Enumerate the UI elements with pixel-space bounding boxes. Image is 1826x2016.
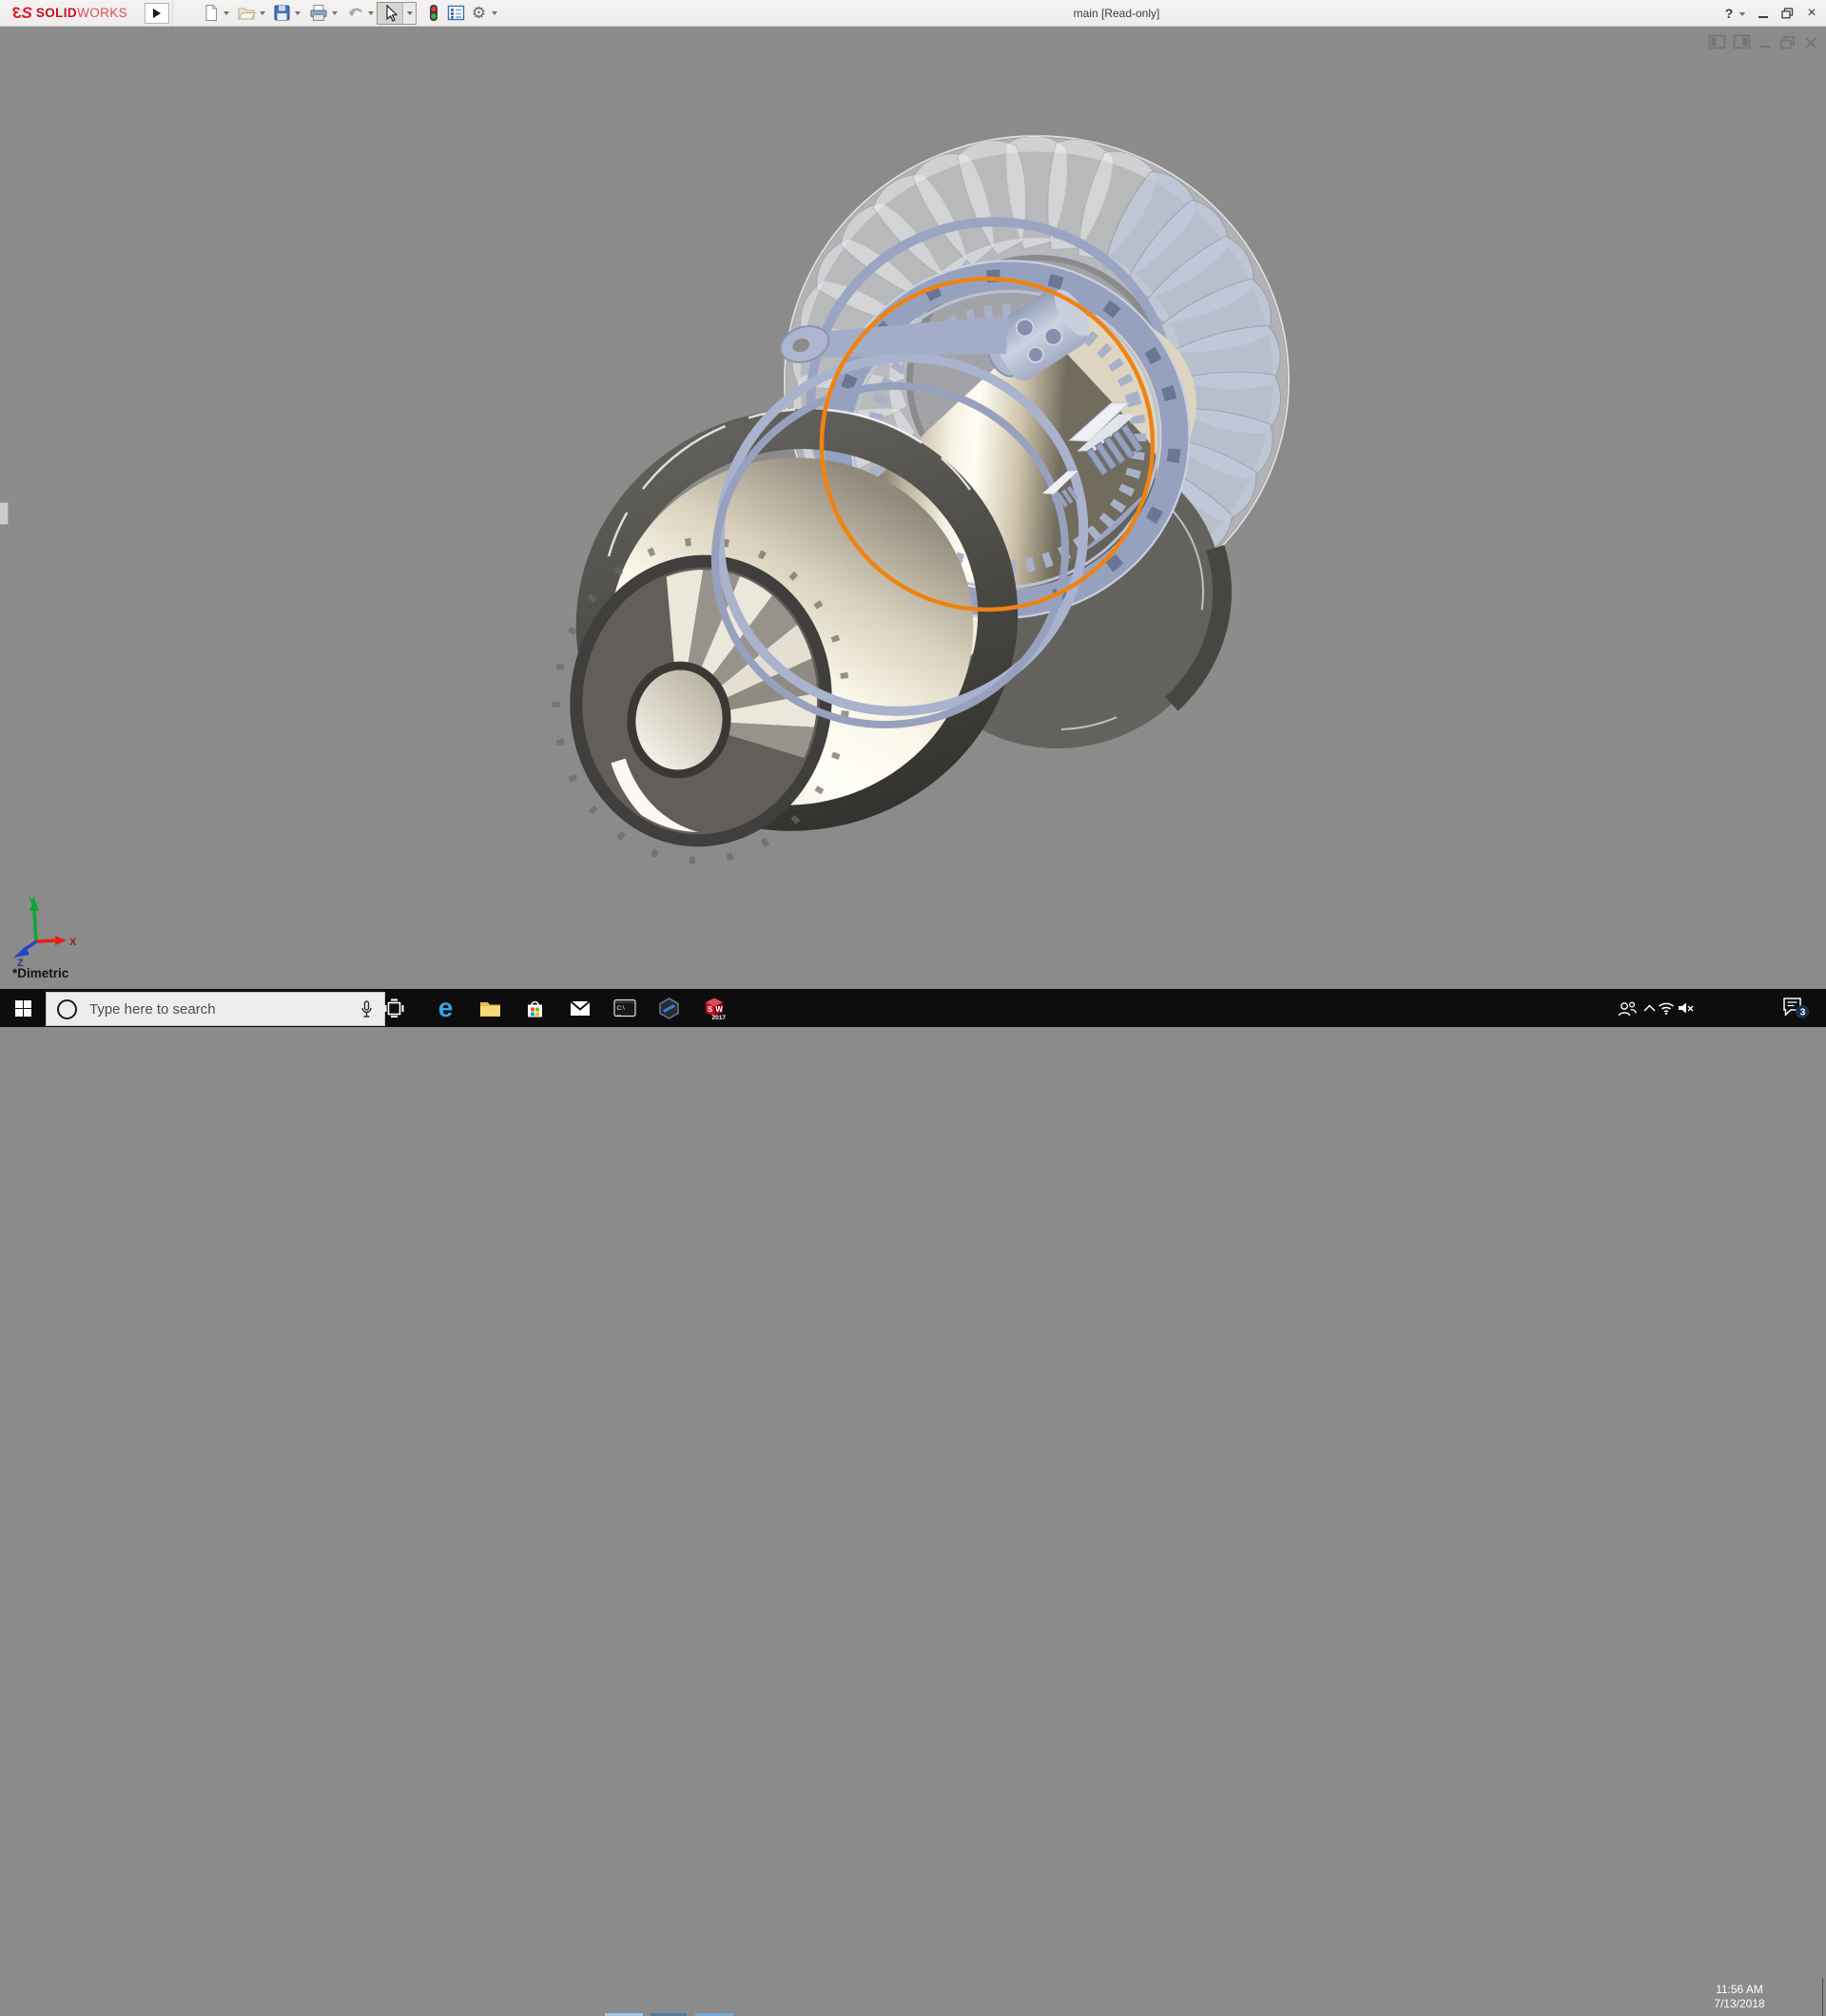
save-button[interactable] [271, 3, 293, 23]
task-view-icon [384, 998, 404, 1018]
model-scene: Y X Z [0, 0, 1826, 1027]
file-explorer-icon [479, 999, 501, 1018]
select-tool-group [377, 2, 417, 25]
new-document-icon [202, 4, 220, 22]
volume-muted-icon[interactable] [1675, 989, 1696, 1027]
minimize-icon [1758, 16, 1768, 18]
store-icon [525, 998, 545, 1018]
play-triangle-icon [153, 9, 161, 18]
tray-overflow-chevron-icon[interactable] [1640, 989, 1659, 1027]
print-button[interactable] [307, 3, 329, 23]
taskbar-item-hexagon-app[interactable] [647, 989, 691, 1027]
print-icon [309, 4, 328, 22]
cortana-icon [57, 999, 77, 1019]
action-center-button[interactable]: 3 [1777, 989, 1815, 1027]
title-bar: 3S SOLIDWORKS [0, 0, 1826, 27]
viewport-canvas[interactable]: Y X Z [0, 0, 1826, 1027]
orientation-triad[interactable]: Y X Z [13, 896, 77, 969]
undo-button[interactable] [344, 3, 366, 23]
taskbar-item-edge[interactable]: e [423, 989, 468, 1027]
select-tool-dropdown[interactable] [403, 3, 416, 24]
svg-text:_: _ [616, 1010, 621, 1017]
pane-left-icon[interactable] [1708, 34, 1726, 50]
search-placeholder: Type here to search [89, 1001, 216, 1018]
wifi-icon[interactable] [1657, 989, 1676, 1027]
document-restore-icon[interactable] [1780, 36, 1796, 49]
open-dropdown[interactable] [257, 3, 268, 23]
options-button[interactable]: ⚙ [468, 3, 490, 23]
open-folder-icon [237, 4, 256, 22]
taskbar-item-store[interactable] [513, 989, 557, 1027]
show-desktop-button[interactable] [1822, 1978, 1823, 2016]
taskbar-item-solidworks[interactable]: SW 2017 [691, 989, 736, 1027]
view-orientation-label: *Dimetric [12, 966, 68, 980]
traffic-light-icon [426, 4, 441, 23]
command-prompt-icon: C:\ _ [613, 998, 636, 1018]
expand-menu-button[interactable] [145, 3, 169, 24]
rebuild-button[interactable] [422, 3, 444, 23]
clock-time: 11:56 AM [1706, 1983, 1773, 1997]
gear-icon: ⚙ [472, 5, 486, 21]
new-document-dropdown[interactable] [221, 3, 232, 23]
open-button[interactable] [235, 3, 257, 23]
windows-logo-icon [15, 1000, 31, 1017]
close-button[interactable]: × [1803, 4, 1820, 22]
file-properties-button[interactable] [445, 3, 467, 23]
solidworks-2017-icon: SW 2017 [702, 996, 727, 1020]
taskbar-clock[interactable]: 11:56 AM 7/13/2018 [1706, 1978, 1773, 2016]
clock-date: 7/13/2018 [1706, 1997, 1773, 2011]
people-icon[interactable] [1615, 989, 1640, 1027]
running-indicator-cmd [605, 2013, 643, 2016]
mail-icon [570, 1000, 591, 1017]
start-button[interactable] [0, 989, 46, 1027]
triad-x-label: X [69, 937, 77, 948]
undo-arrow-icon [346, 4, 365, 22]
solidworks-logo: 3S SOLIDWORKS [13, 3, 127, 23]
document-title: main [Read-only] [998, 7, 1235, 20]
select-cursor-icon [382, 5, 398, 22]
file-properties-icon [447, 4, 465, 22]
running-indicator-hexagon [651, 2013, 687, 2016]
taskbar-item-file-explorer[interactable] [468, 989, 513, 1027]
select-tool-button[interactable] [378, 3, 403, 24]
ds-logo-icon: 3S [13, 4, 31, 23]
restore-button[interactable] [1778, 4, 1796, 22]
hexagon-app-icon [658, 998, 680, 1019]
taskbar-item-command-prompt[interactable]: C:\ _ [602, 989, 647, 1027]
feature-panel-collapsed-tab[interactable] [0, 502, 9, 525]
help-dropdown[interactable] [1737, 4, 1748, 24]
running-indicator-solidworks [695, 2013, 733, 2016]
undo-dropdown[interactable] [365, 3, 377, 23]
restore-icon [1781, 8, 1794, 19]
taskbar: Type here to search e [0, 989, 1826, 1027]
edge-icon: e [438, 995, 454, 1021]
taskbar-item-mail[interactable] [557, 989, 602, 1027]
minimize-button[interactable] [1756, 4, 1771, 22]
document-close-icon[interactable] [1804, 36, 1817, 49]
search-input[interactable]: Type here to search [46, 992, 385, 1026]
svg-text:2017: 2017 [711, 1015, 726, 1020]
document-minimize-icon[interactable] [1759, 46, 1771, 48]
print-dropdown[interactable] [329, 3, 340, 23]
notification-badge: 3 [1800, 1008, 1806, 1018]
triad-y-label: Y [29, 896, 36, 907]
task-view-button[interactable] [372, 989, 417, 1027]
new-document-button[interactable] [200, 3, 222, 23]
pane-right-icon[interactable] [1733, 34, 1751, 50]
svg-text:SW: SW [708, 1005, 726, 1014]
options-dropdown[interactable] [489, 3, 500, 23]
toolbar-separator [172, 0, 173, 26]
save-floppy-icon [273, 4, 291, 22]
save-dropdown[interactable] [292, 3, 303, 23]
notification-icon: 3 [1781, 997, 1810, 1019]
help-button[interactable]: ? [1721, 4, 1737, 22]
